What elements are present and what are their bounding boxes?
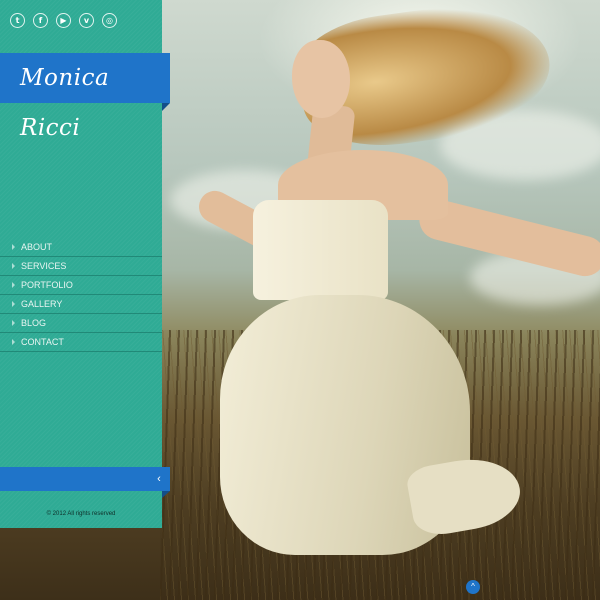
bullet-icon — [12, 320, 15, 326]
site-logo[interactable]: Monica Ricci — [0, 53, 170, 141]
bullet-icon — [12, 263, 15, 269]
woman-face — [292, 40, 350, 118]
social-links: t f ▶ v ◎ — [10, 13, 117, 28]
youtube-icon[interactable]: ▶ — [56, 13, 71, 28]
facebook-icon[interactable]: f — [33, 13, 48, 28]
vimeo-icon[interactable]: v — [79, 13, 94, 28]
nav-item-label: GALLERY — [21, 299, 63, 309]
chevron-left-icon: ‹ — [157, 473, 161, 485]
twitter-icon[interactable]: t — [10, 13, 25, 28]
sidebar-toggle-bar: ‹ — [0, 467, 170, 491]
ribbon-fold — [162, 491, 170, 498]
bullet-icon — [12, 301, 15, 307]
dribbble-icon[interactable]: ◎ — [102, 13, 117, 28]
nav-item-portfolio[interactable]: PORTFOLIO — [0, 276, 162, 295]
nav-item-services[interactable]: SERVICES — [0, 257, 162, 276]
nav-item-blog[interactable]: BLOG — [0, 314, 162, 333]
bullet-icon — [12, 244, 15, 250]
dress-top — [253, 200, 388, 300]
nav-item-label: ABOUT — [21, 242, 53, 252]
nav-item-label: SERVICES — [21, 261, 67, 271]
ribbon-fold — [162, 103, 170, 111]
copyright-text: © 2012 All rights reserved — [46, 511, 116, 517]
nav-item-label: BLOG — [21, 318, 47, 328]
scroll-top-button[interactable]: ^ — [466, 580, 480, 594]
nav-item-label: CONTACT — [21, 337, 64, 347]
nav-item-gallery[interactable]: GALLERY — [0, 295, 162, 314]
nav-item-contact[interactable]: CONTACT — [0, 333, 162, 352]
bullet-icon — [12, 339, 15, 345]
nav-item-label: PORTFOLIO — [21, 280, 73, 290]
nav-item-about[interactable]: ABOUT — [0, 238, 162, 257]
bullet-icon — [12, 282, 15, 288]
collapse-sidebar-button[interactable]: ‹ — [148, 467, 170, 491]
chevron-up-icon: ^ — [471, 582, 475, 591]
main-nav: ABOUT SERVICES PORTFOLIO GALLERY BLOG CO… — [0, 238, 162, 352]
